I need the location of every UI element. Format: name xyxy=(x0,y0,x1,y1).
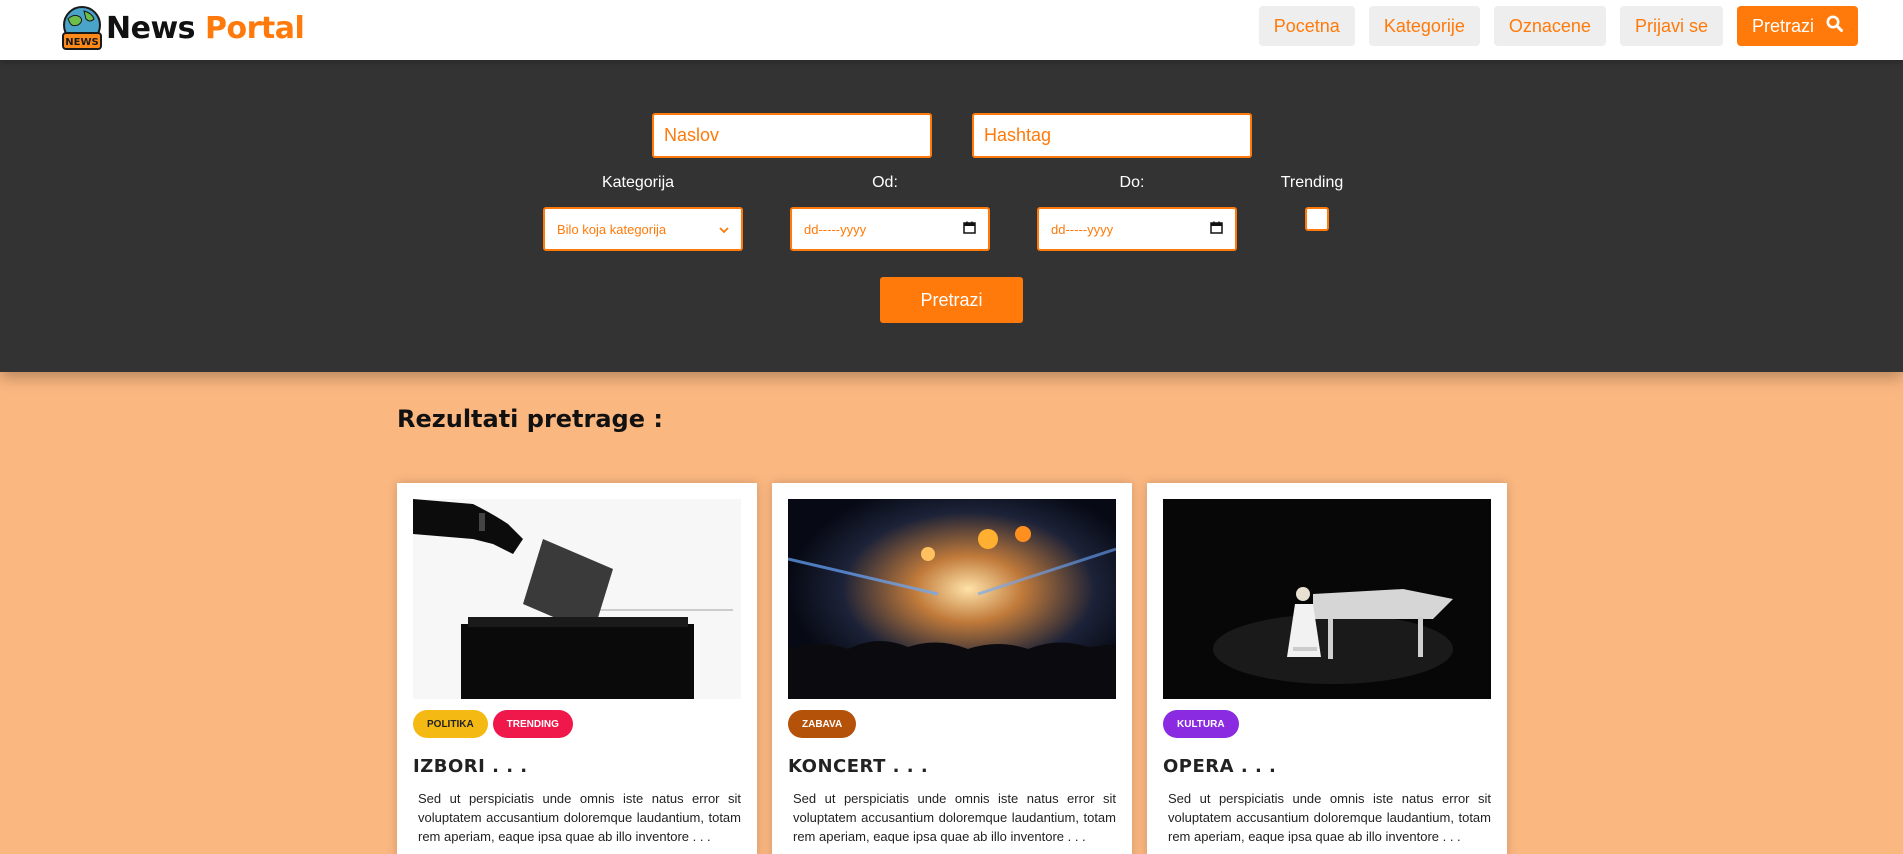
search-panel: Kategorija Od: Do: Trending Bilo koja ka… xyxy=(0,60,1903,372)
tag-politika[interactable]: POLITIKA xyxy=(413,710,488,738)
card-image-concert xyxy=(788,499,1116,699)
to-date-input[interactable]: dd-----yyyy xyxy=(1037,207,1237,251)
nav-item-prijavi-se[interactable]: Prijavi se xyxy=(1619,6,1723,46)
card-tags: KULTURA xyxy=(1163,710,1239,738)
from-date-label: Od: xyxy=(872,174,898,191)
nav-menu: Pocetna Kategorije Oznacene Prijavi se P… xyxy=(1258,6,1858,46)
chevron-down-icon xyxy=(719,222,729,237)
from-date-input[interactable]: dd-----yyyy xyxy=(790,207,990,251)
card-image-ballot xyxy=(413,499,741,699)
tag-trending[interactable]: TRENDING xyxy=(492,710,573,738)
card-title[interactable]: IZBORI . . . xyxy=(413,756,528,777)
search-submit-button[interactable]: Pretrazi xyxy=(880,277,1023,323)
news-card[interactable]: ZABAVA KONCERT . . . Sed ut perspiciatis… xyxy=(772,483,1132,854)
card-excerpt: Sed ut perspiciatis unde omnis iste natu… xyxy=(793,791,1116,844)
card-excerpt: Sed ut perspiciatis unde omnis iste natu… xyxy=(418,791,741,844)
nav-search-label: Pretrazi xyxy=(1751,15,1814,36)
nav-item-kategorije[interactable]: Kategorije xyxy=(1368,6,1480,46)
card-excerpt: Sed ut perspiciatis unde omnis iste natu… xyxy=(1168,791,1491,844)
to-date-label: Do: xyxy=(1119,174,1145,191)
from-date-placeholder: dd-----yyyy xyxy=(804,221,867,237)
brand-logo[interactable]: NEWS News Portal xyxy=(60,3,305,53)
tag-kultura[interactable]: KULTURA xyxy=(1163,710,1239,738)
globe-news-icon: NEWS xyxy=(60,5,104,51)
trending-label: Trending xyxy=(1280,174,1344,191)
hashtag-input[interactable] xyxy=(972,113,1252,158)
brand-word-1: News xyxy=(106,10,196,46)
top-navbar: NEWS News Portal Pocetna Kategorije Ozna… xyxy=(0,0,1903,60)
card-image-opera xyxy=(1163,499,1491,699)
nav-item-pocetna[interactable]: Pocetna xyxy=(1258,6,1355,46)
title-input[interactable] xyxy=(652,113,932,158)
category-select[interactable]: Bilo koja kategorija xyxy=(543,207,743,251)
brand-word-2: Portal xyxy=(204,10,305,46)
logo-badge-text: NEWS xyxy=(65,37,98,48)
card-title[interactable]: KONCERT . . . xyxy=(788,756,928,777)
category-label: Kategorija xyxy=(601,174,675,191)
card-tags: POLITIKA TRENDING xyxy=(413,710,573,738)
category-select-value: Bilo koja kategorija xyxy=(557,221,667,237)
trending-checkbox[interactable] xyxy=(1305,207,1329,231)
calendar-icon[interactable] xyxy=(963,221,976,237)
search-icon xyxy=(1826,15,1843,37)
news-card[interactable]: POLITIKA TRENDING IZBORI . . . Sed ut pe… xyxy=(397,483,757,854)
results-heading: Rezultati pretrage : xyxy=(397,405,663,433)
news-card[interactable]: KULTURA OPERA . . . Sed ut perspiciatis … xyxy=(1147,483,1507,854)
to-date-placeholder: dd-----yyyy xyxy=(1051,221,1114,237)
card-tags: ZABAVA xyxy=(788,710,857,738)
calendar-icon[interactable] xyxy=(1210,221,1223,237)
nav-search-button[interactable]: Pretrazi xyxy=(1736,6,1858,46)
tag-zabava[interactable]: ZABAVA xyxy=(788,710,857,738)
card-title[interactable]: OPERA . . . xyxy=(1163,756,1276,777)
nav-item-oznacene[interactable]: Oznacene xyxy=(1493,6,1606,46)
brand-name: News Portal xyxy=(106,10,305,46)
